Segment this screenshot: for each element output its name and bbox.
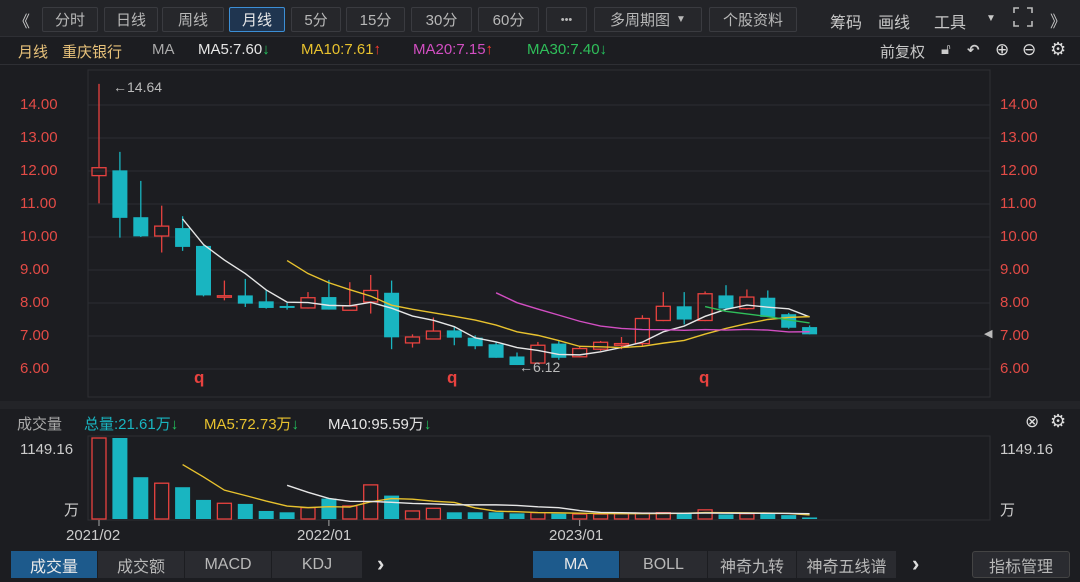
volume-ma5-line (182, 463, 810, 516)
volume-title: 成交量 (17, 416, 63, 433)
volume-ma10: MA10:95.59万↓ (328, 416, 432, 433)
candle-down (196, 245, 211, 296)
candle-up (91, 167, 107, 177)
arrow-down-icon: ↓ (423, 416, 432, 433)
candle-down (279, 305, 295, 308)
tab-macd[interactable]: MACD (185, 551, 272, 578)
date-label: 2023/01 (549, 527, 604, 544)
candle-up (216, 295, 233, 298)
volume-bar-down (718, 514, 734, 519)
volume-total: 总量:21.61万↓ (84, 416, 179, 433)
candle-down (237, 295, 253, 304)
volume-unit-right: 万 (1000, 502, 1016, 519)
tab-volume[interactable]: 成交量 (11, 551, 98, 578)
volume-bar-up (404, 510, 421, 520)
volume-bar-up (530, 512, 546, 520)
event-marker[interactable]: q (699, 368, 709, 388)
volume-bar-down (467, 512, 483, 519)
volume-bar-down (133, 477, 149, 519)
panel-divider[interactable] (0, 401, 1080, 409)
volume-bar-down (446, 512, 462, 519)
volume-bar-down (258, 510, 274, 519)
volume-settings-gear-icon[interactable]: ⚙ (1050, 411, 1066, 432)
candle-down (133, 217, 149, 237)
indicator-manage-button[interactable]: 指标管理 (972, 551, 1070, 578)
more-indicators-chevron-icon[interactable]: › (377, 551, 384, 577)
volume-bar-down (802, 517, 818, 519)
volume-bar-down (237, 503, 253, 519)
volume-bar-up (613, 513, 630, 520)
volume-bar-down (488, 512, 504, 519)
event-marker[interactable]: q (194, 368, 204, 388)
volume-bar-down (551, 513, 567, 519)
candle-up (154, 225, 170, 237)
candle-up (592, 341, 609, 350)
candle-down (676, 306, 692, 320)
volume-bar-up (342, 505, 358, 520)
tab-boll[interactable]: BOLL (620, 551, 708, 578)
date-label: 2021/02 (66, 527, 121, 544)
candle-down (488, 344, 504, 358)
current-price-pointer-icon: ◀ (984, 328, 993, 340)
candle-down (718, 295, 734, 309)
volume-bar-up (300, 507, 316, 520)
tab-magic-five-lines[interactable]: 神奇五线谱 (797, 551, 897, 578)
volume-bar-up (216, 502, 233, 520)
volume-bar-down (781, 515, 797, 519)
volume-bar-down (175, 487, 191, 519)
more-overlays-chevron-icon[interactable]: › (912, 551, 919, 577)
volume-ma5: MA5:72.73万↓ (204, 416, 300, 433)
volume-bar-up (592, 513, 609, 520)
candle-down (551, 343, 567, 358)
candle-down (258, 301, 274, 308)
tab-kdj[interactable]: KDJ (272, 551, 363, 578)
tab-turnover[interactable]: 成交额 (98, 551, 185, 578)
volume-unit-left: 万 (64, 502, 80, 519)
volume-legend: 成交量 总量:21.61万↓ MA5:72.73万↓ MA10:95.59万↓ … (0, 410, 1080, 434)
candle-down (384, 292, 400, 338)
volume-bar-down (279, 512, 295, 519)
candle-down (446, 330, 462, 338)
candle-down (112, 170, 128, 218)
candle-down (175, 228, 191, 247)
volume-bar-up (154, 482, 170, 520)
candle-up (425, 330, 442, 340)
volume-bar-up (572, 513, 588, 520)
candle-up (655, 305, 671, 322)
arrow-down-icon: ↓ (170, 416, 179, 433)
volume-bar-down (760, 514, 776, 519)
tab-ma[interactable]: MA (533, 551, 620, 578)
low-price-label: ←6.12 (519, 359, 561, 375)
volume-bar-down (112, 438, 128, 519)
volume-bar-up (91, 437, 107, 520)
volume-bar-down (509, 513, 525, 519)
volume-ma10-line (286, 484, 810, 515)
event-marker[interactable]: q (447, 368, 457, 388)
candle-up (404, 336, 421, 344)
ma5-line (182, 218, 810, 356)
volume-bar-up (697, 509, 713, 520)
candle-down (321, 297, 337, 310)
volume-bar-up (739, 513, 755, 520)
close-panel-icon[interactable]: ⊗ (1025, 412, 1039, 432)
volume-bar-down (196, 499, 211, 519)
date-label: 2022/01 (297, 527, 352, 544)
price-panel-frame (87, 69, 991, 398)
candle-down (802, 327, 818, 335)
volume-bar-down (321, 498, 337, 519)
tab-magic-nine[interactable]: 神奇九转 (708, 551, 797, 578)
volume-bar-up (425, 507, 442, 520)
high-price-label: ←14.64 (113, 79, 163, 95)
arrow-down-icon: ↓ (291, 416, 300, 433)
volume-max-right: 1149.16 (1000, 441, 1054, 458)
volume-max-left: 1149.16 (20, 441, 74, 458)
volume-bar-down (676, 513, 692, 519)
candle-up (342, 305, 358, 311)
candle-up (613, 342, 630, 346)
